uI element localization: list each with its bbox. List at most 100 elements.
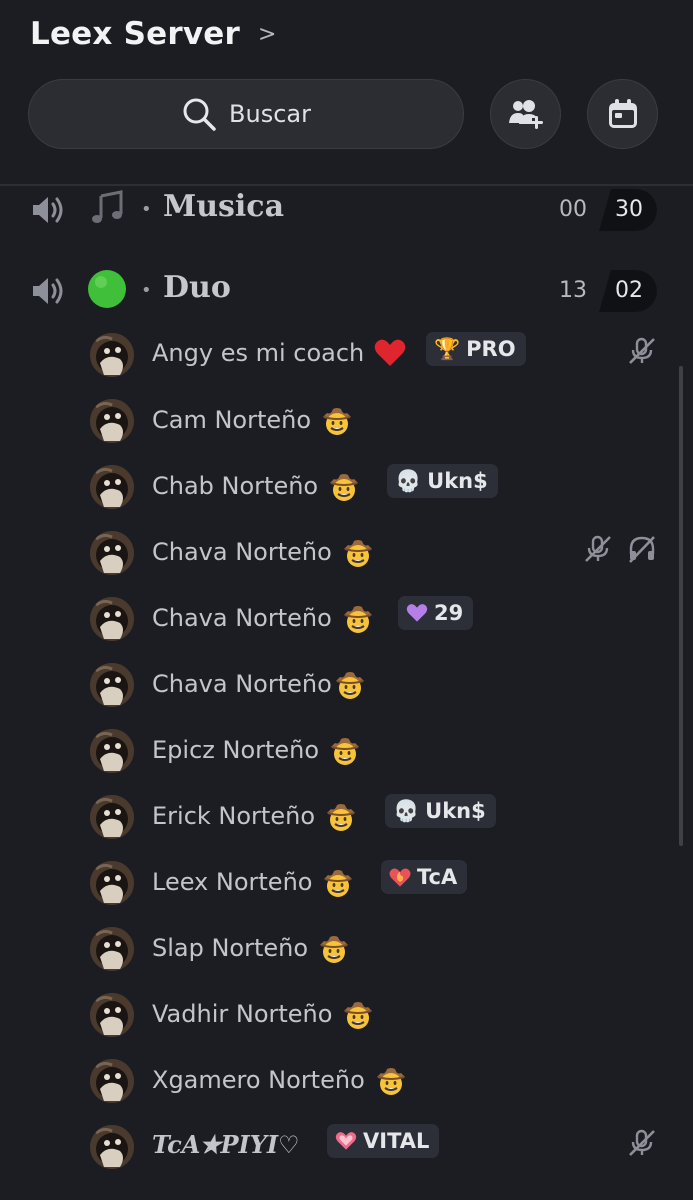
member-name-text: Chab Norteño <box>152 472 319 500</box>
voice-member-row[interactable]: Slap Norteño <box>0 924 693 974</box>
search-icon <box>183 98 216 131</box>
search-button[interactable]: Buscar <box>28 79 464 149</box>
voice-member-row[interactable]: Xgamero Norteño <box>0 1056 693 1106</box>
mic-muted-icon <box>627 336 657 366</box>
cowboy-face-icon <box>321 404 353 436</box>
member-name: Slap Norteño <box>152 932 350 964</box>
mic-muted-icon <box>627 1128 657 1158</box>
trophy-icon: 🏆 <box>434 336 461 361</box>
voice-member-row[interactable]: Epicz Norteño <box>0 726 693 776</box>
avatar <box>90 399 134 443</box>
cowboy-face-icon <box>334 668 366 700</box>
user-count-badge: 13 02 <box>545 270 657 312</box>
server-header: Leex Server > Buscar <box>0 0 693 185</box>
red-heart-icon <box>374 339 406 366</box>
member-name-text: Epicz Norteño <box>152 736 320 764</box>
green-circle-icon <box>86 268 128 310</box>
current-users: 13 <box>559 278 587 303</box>
guild-tag-text: 29 <box>434 601 464 625</box>
voice-member-row[interactable]: TcA✭PIYI♡ VITAL <box>0 1122 693 1172</box>
avatar <box>90 333 134 377</box>
member-name-text: Cam Norteño <box>152 406 312 434</box>
voice-member-row[interactable]: Cam Norteño <box>0 396 693 446</box>
search-label: Buscar <box>229 100 311 128</box>
user-count-badge: 00 30 <box>545 189 657 231</box>
scrollbar[interactable] <box>679 366 683 846</box>
member-name: Vadhir Norteño <box>152 998 374 1030</box>
chevron-right-icon: > <box>257 21 277 47</box>
guild-tag[interactable]: 💀 Ukn$ <box>387 464 498 498</box>
voice-member-row[interactable]: Chava Norteño <box>0 660 693 710</box>
server-title[interactable]: Leex Server > <box>30 16 277 52</box>
voice-member-row[interactable]: Chava Norteño <box>0 528 693 578</box>
member-name: Erick Norteño <box>152 800 357 832</box>
headphones-deafened-icon <box>627 534 657 564</box>
cowboy-face-icon <box>375 1064 407 1096</box>
avatar <box>90 729 134 773</box>
purple-heart-icon <box>406 604 428 622</box>
member-name-text: Erick Norteño <box>152 802 315 830</box>
separator-dot: • <box>141 199 152 220</box>
guild-tag-text: VITAL <box>363 1129 430 1153</box>
user-limit: 02 <box>599 270 657 312</box>
member-name-text: Leex Norteño <box>152 868 313 896</box>
avatar <box>90 927 134 971</box>
separator-dot: • <box>141 280 152 301</box>
avatar <box>90 531 134 575</box>
cowboy-face-icon <box>318 932 350 964</box>
events-button[interactable] <box>587 79 658 149</box>
guild-tag[interactable]: 💀 Ukn$ <box>385 794 496 828</box>
skull-icon: 💀 <box>395 468 422 493</box>
voice-member-row[interactable]: Chava Norteño 29 <box>0 594 693 644</box>
cowboy-face-icon <box>322 866 354 898</box>
cowboy-face-icon <box>325 800 357 832</box>
member-name: Xgamero Norteño <box>152 1064 407 1096</box>
member-name: Chava Norteño <box>152 668 366 700</box>
avatar <box>90 597 134 641</box>
add-member-icon <box>508 100 543 129</box>
pink-heart-icon <box>335 1132 357 1150</box>
current-users: 00 <box>559 197 587 222</box>
member-name-text: Angy es mi coach <box>152 339 365 367</box>
cowboy-face-icon <box>342 602 374 634</box>
guild-tag[interactable]: 🏆 PRO <box>426 332 526 366</box>
invite-button[interactable] <box>490 79 561 149</box>
member-name: Chab Norteño <box>152 470 360 502</box>
member-name: Leex Norteño <box>152 866 354 898</box>
member-name: Chava Norteño <box>152 602 374 634</box>
voice-member-row[interactable]: Erick Norteño 💀 Ukn$ <box>0 792 693 842</box>
voice-member-row[interactable]: Leex Norteño TcA <box>0 858 693 908</box>
skull-icon: 💀 <box>393 798 420 823</box>
mic-muted-icon <box>583 534 613 564</box>
avatar <box>90 861 134 905</box>
user-limit: 30 <box>599 189 657 231</box>
guild-tag-text: TcA <box>417 865 458 889</box>
cowboy-face-icon <box>329 734 361 766</box>
avatar <box>90 1125 134 1169</box>
member-name-text: TcA✭PIYI♡ <box>152 1130 300 1159</box>
musical-note-icon <box>86 187 128 229</box>
voice-member-row[interactable]: Angy es mi coach 🏆 PRO <box>0 330 693 380</box>
member-name-text: Chava Norteño <box>152 538 332 566</box>
avatar <box>90 663 134 707</box>
guild-tag[interactable]: TcA <box>381 860 468 894</box>
cowboy-face-icon <box>328 470 360 502</box>
member-name: TcA✭PIYI♡ <box>152 1130 300 1159</box>
avatar <box>90 465 134 509</box>
member-name-text: Vadhir Norteño <box>152 1000 333 1028</box>
header-divider <box>0 184 693 186</box>
guild-tag[interactable]: 29 <box>398 596 474 630</box>
avatar <box>90 1059 134 1103</box>
cowboy-face-icon <box>342 536 374 568</box>
member-name-text: Chava Norteño <box>152 670 332 698</box>
voice-channel-musica[interactable]: • Musica 00 30 <box>0 187 693 231</box>
member-name: Angy es mi coach <box>152 338 406 368</box>
voice-member-row[interactable]: Vadhir Norteño <box>0 990 693 1040</box>
guild-tag-text: Ukn$ <box>425 799 486 823</box>
channel-name: Musica <box>163 189 285 224</box>
voice-channel-duo[interactable]: • Duo 13 02 <box>0 268 693 312</box>
guild-tag[interactable]: VITAL <box>327 1124 440 1158</box>
speaker-icon <box>33 197 63 223</box>
voice-member-row[interactable]: Chab Norteño 💀 Ukn$ <box>0 462 693 512</box>
voice-state-icons <box>627 1128 657 1158</box>
